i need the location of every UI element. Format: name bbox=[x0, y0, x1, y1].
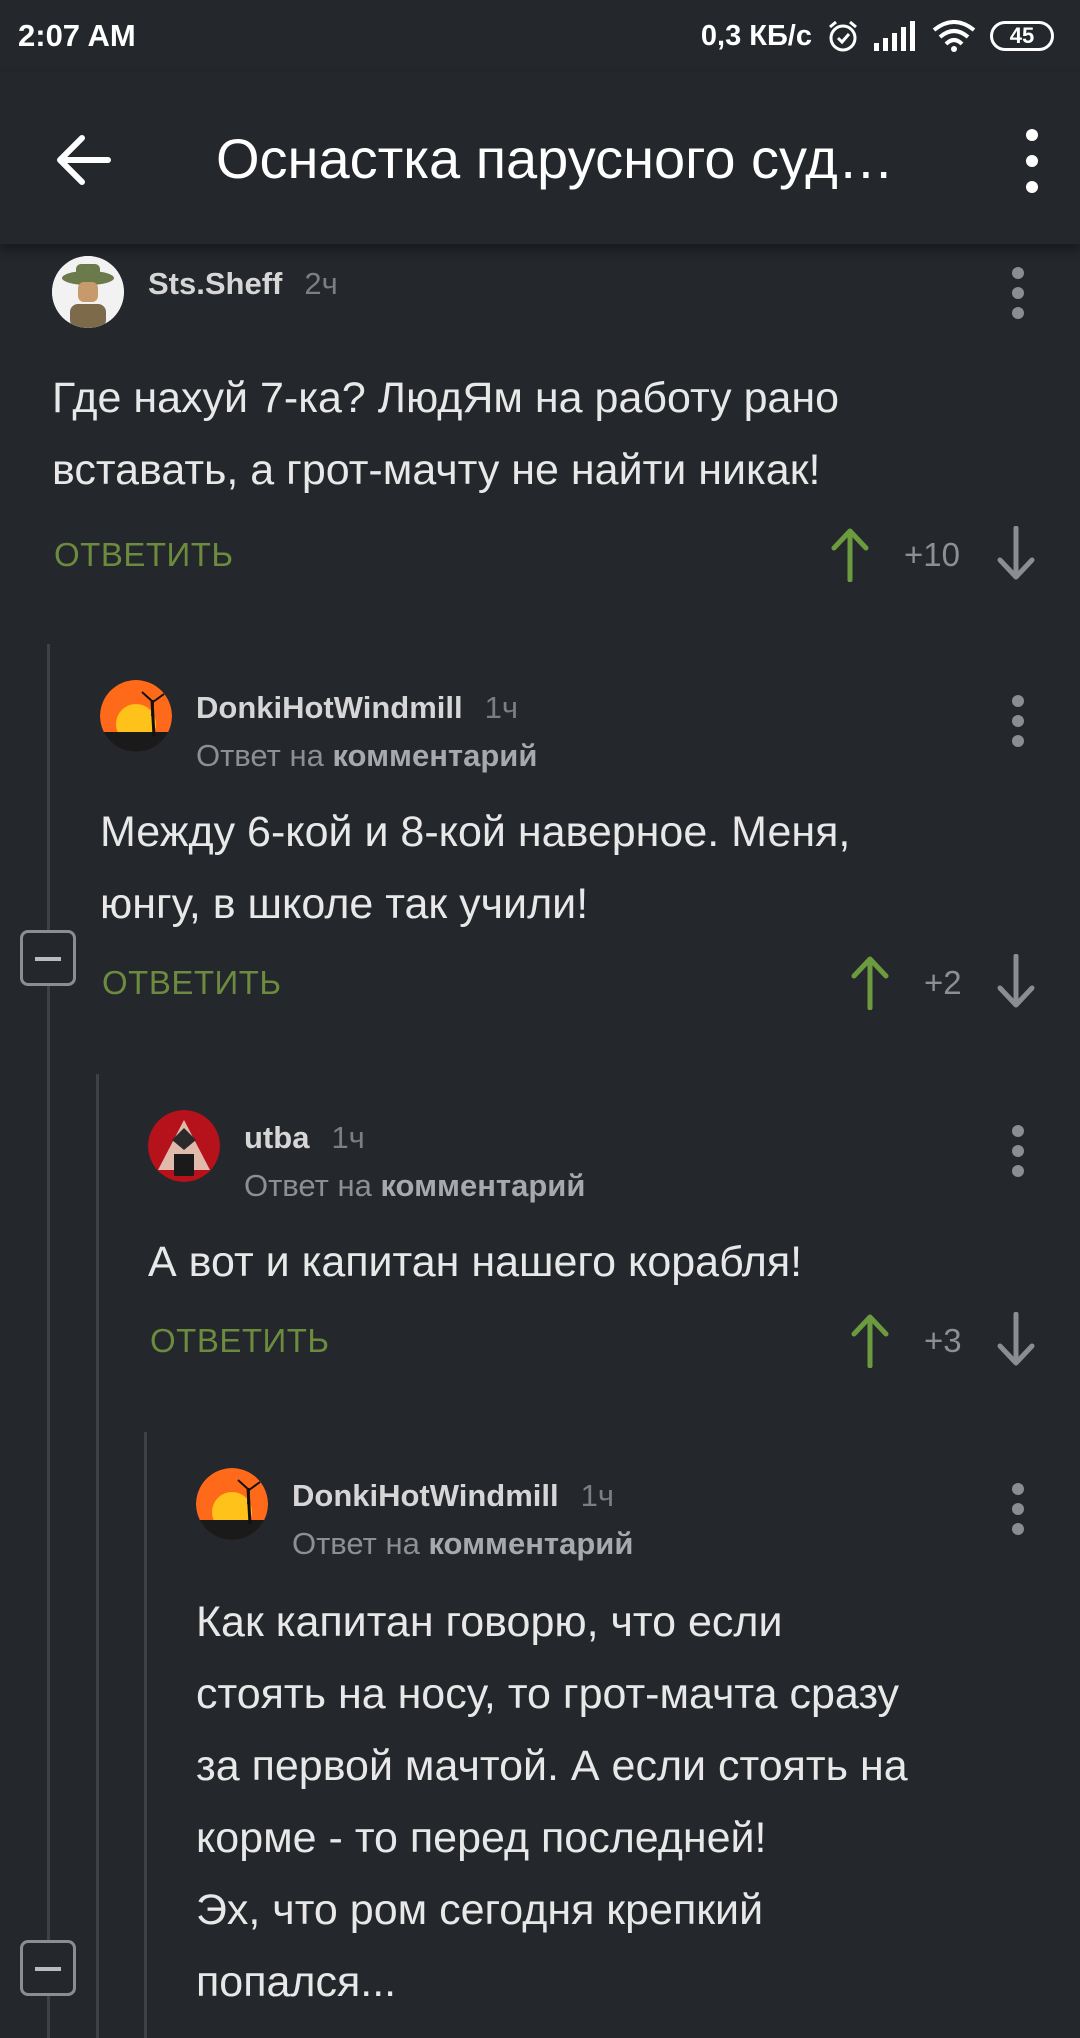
reply-to: Ответ на комментарий bbox=[244, 1168, 585, 1204]
avatar[interactable] bbox=[52, 256, 124, 328]
username[interactable]: utba 1ч bbox=[244, 1120, 365, 1156]
more-vertical-icon[interactable] bbox=[1010, 1124, 1026, 1178]
comment-line: юнгу, в школе так учили! bbox=[100, 880, 589, 928]
username[interactable]: DonkiHotWindmill 1ч bbox=[196, 690, 518, 726]
comment-text: А вот и капитан нашего корабля! bbox=[148, 1226, 802, 1298]
comment-line: Эх, что ром сегодня крепкий bbox=[196, 1886, 764, 1934]
comment-line: корме - то перед последней! bbox=[196, 1814, 767, 1862]
more-vertical-icon[interactable] bbox=[1012, 126, 1052, 196]
comment: DonkiHotWindmill 1ч Ответ на комментарий … bbox=[196, 1468, 1052, 2038]
vote-controls: +10 bbox=[830, 526, 1080, 586]
thread-line-level-2 bbox=[96, 1074, 99, 2038]
comment-line: Как капитан говорю, что если bbox=[196, 1598, 783, 1646]
username-text: DonkiHotWindmill bbox=[196, 690, 463, 725]
username-text: Sts.Sheff bbox=[148, 266, 283, 301]
comment-text: Где нахуй 7-ка? ЛюдЯм на работу рано вст… bbox=[52, 362, 839, 506]
reply-button[interactable]: ОТВЕТИТЬ bbox=[102, 964, 282, 1002]
collapse-icon[interactable] bbox=[20, 930, 76, 986]
upvote-arrow-icon[interactable] bbox=[850, 1312, 890, 1368]
comment-line: вставать, а грот-мачту не найти никак! bbox=[52, 446, 821, 494]
reply-to: Ответ на комментарий bbox=[292, 1526, 633, 1562]
status-time: 2:07 AM bbox=[18, 18, 136, 53]
comment-line: А вот и капитан нашего корабля! bbox=[148, 1238, 803, 1286]
vote-score: +10 bbox=[904, 536, 960, 573]
vote-controls: +3 bbox=[850, 1312, 1050, 1372]
more-vertical-icon[interactable] bbox=[1010, 1482, 1026, 1536]
reply-button[interactable]: ОТВЕТИТЬ bbox=[150, 1322, 330, 1360]
comment-line: стоять на носу, то грот-мачта сразу bbox=[196, 1670, 900, 1718]
comment: utba 1ч Ответ на комментарий А вот и капи… bbox=[148, 1110, 1052, 1390]
reply-to-prefix: Ответ на bbox=[244, 1168, 372, 1203]
reply-to-prefix: Ответ на bbox=[292, 1526, 420, 1561]
alarm-icon bbox=[829, 20, 857, 52]
page-title: Оснастка парусного суд… bbox=[216, 127, 894, 190]
reply-button[interactable]: ОТВЕТИТЬ bbox=[54, 536, 234, 574]
comment-time: 1ч bbox=[331, 1120, 365, 1155]
vote-score: +2 bbox=[924, 964, 962, 1001]
collapse-icon[interactable] bbox=[20, 1940, 76, 1996]
signal-icon bbox=[874, 21, 915, 51]
comment-line: Где нахуй 7-ка? ЛюдЯм на работу рано bbox=[52, 374, 840, 422]
avatar-image bbox=[52, 256, 124, 328]
avatar-image bbox=[196, 1468, 268, 1540]
upvote-arrow-icon[interactable] bbox=[830, 526, 870, 582]
vote-score: +3 bbox=[924, 1322, 962, 1359]
comment-line: попался... bbox=[196, 1958, 397, 2006]
username-text: utba bbox=[244, 1120, 310, 1155]
username-text: DonkiHotWindmill bbox=[292, 1478, 559, 1513]
comment-time: 1ч bbox=[484, 690, 519, 725]
battery-icon: 45 bbox=[990, 21, 1054, 51]
avatar[interactable] bbox=[100, 680, 172, 752]
comment-time: 2ч bbox=[304, 266, 338, 301]
reply-to-link[interactable]: комментарий bbox=[332, 738, 537, 773]
username[interactable]: Sts.Sheff 2ч bbox=[148, 266, 338, 302]
back-arrow-icon[interactable] bbox=[48, 124, 120, 196]
reply-to-link[interactable]: комментарий bbox=[428, 1526, 633, 1561]
reply-to: Ответ на комментарий bbox=[196, 738, 537, 774]
comment-line: за первой мачтой. А если стоять на bbox=[196, 1742, 908, 1790]
reply-to-link[interactable]: комментарий bbox=[380, 1168, 585, 1203]
comment-time: 1ч bbox=[580, 1478, 615, 1513]
more-vertical-icon[interactable] bbox=[1010, 694, 1026, 748]
avatar-image bbox=[100, 680, 172, 752]
comment-text: Как капитан говорю, что если стоять на н… bbox=[196, 1586, 908, 2018]
avatar[interactable] bbox=[148, 1110, 220, 1182]
more-vertical-icon[interactable] bbox=[1010, 266, 1026, 320]
upvote-arrow-icon[interactable] bbox=[850, 954, 890, 1010]
thread-line-level-3 bbox=[144, 1432, 147, 2038]
wifi-icon bbox=[932, 20, 976, 52]
reply-to-prefix: Ответ на bbox=[196, 738, 324, 773]
comment: DonkiHotWindmill 1ч Ответ на комментарий … bbox=[100, 680, 1052, 1030]
avatar-image bbox=[148, 1110, 220, 1182]
status-bar: 2:07 AM 0,3 КБ/с 45 bbox=[0, 0, 1080, 72]
comment: Sts.Sheff 2ч Где нахуй 7-ка? ЛюдЯм на раб… bbox=[52, 256, 1052, 596]
avatar[interactable] bbox=[196, 1468, 268, 1540]
network-speed: 0,3 КБ/с bbox=[700, 19, 812, 52]
status-icons: 0,3 КБ/с 45 bbox=[701, 16, 1054, 56]
comment-line: Между 6-кой и 8-кой наверное. Меня, bbox=[100, 808, 851, 856]
downvote-arrow-icon[interactable] bbox=[996, 526, 1036, 582]
username[interactable]: DonkiHotWindmill 1ч bbox=[292, 1478, 614, 1514]
comment-text: Между 6-кой и 8-кой наверное. Меня, юнгу… bbox=[100, 796, 850, 940]
downvote-arrow-icon[interactable] bbox=[996, 1312, 1036, 1368]
app-bar: Оснастка парусного суд… bbox=[0, 72, 1080, 244]
downvote-arrow-icon[interactable] bbox=[996, 954, 1036, 1010]
thread-line-level-1 bbox=[47, 644, 50, 2038]
battery-level: 45 bbox=[1009, 23, 1035, 48]
vote-controls: +2 bbox=[850, 954, 1050, 1014]
